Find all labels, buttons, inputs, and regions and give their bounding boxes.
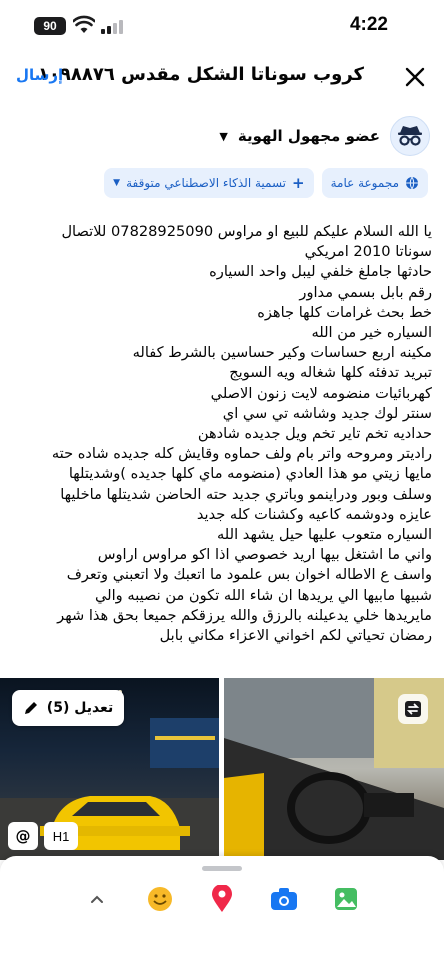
post-author[interactable]: عضو مجهول الهوية ▼ — [219, 116, 430, 156]
anonymous-icon — [398, 126, 422, 146]
caret-down-icon: ▼ — [113, 178, 121, 188]
audience-chip[interactable]: مجموعة عامة — [321, 168, 428, 198]
heading-button[interactable]: H1 — [44, 822, 78, 850]
plus-icon: + — [292, 174, 305, 192]
close-icon[interactable] — [400, 62, 430, 92]
anonymous-avatar — [390, 116, 430, 156]
ai-label-text: تسمية الذكاء الاصطناعي متوقفة — [126, 176, 287, 190]
sheet-grabber[interactable] — [202, 866, 242, 871]
post-text-line: خط بحث غرامات كلها جاهزه — [257, 303, 432, 321]
emoji-icon[interactable] — [145, 884, 175, 914]
location-pin-icon[interactable] — [207, 884, 237, 914]
post-text-line: راديتر ومروحه واتر بام ولف حماوه وقايش ك… — [51, 445, 432, 463]
post-text-line: كهربائيات منضومه لايت زنون الاصلي — [210, 384, 432, 402]
globe-icon — [406, 176, 418, 190]
post-text-line: يا الله السلام عليكم للبيع او مراوس 0782… — [61, 223, 432, 240]
post-text-line: رمضان تحياتي لكم اخواني الاعزاء مكاني با… — [159, 627, 432, 645]
post-text-line: عايزه ودوشمه كاعيه وكشنات كله جديد — [196, 505, 432, 523]
post-text-line: السياره خير من الله — [311, 324, 432, 342]
post-text-line: تبريد تدفئه كلها شغاله ويه السويج — [229, 364, 432, 382]
caret-down-icon: ▼ — [219, 129, 228, 143]
chevron-up-icon[interactable] — [82, 884, 112, 914]
group-title: كروب سوناتا الشكل مقدس ١٠٩٨٨٧٦ — [37, 64, 364, 85]
post-text-line: رقم بابل بسمي مداور — [299, 283, 432, 301]
wifi-icon — [73, 15, 95, 33]
post-text-line: مايها زيتي مو هذا العادي (منضومه ماي كله… — [68, 465, 432, 483]
cellular-signal-icon — [101, 18, 125, 34]
swap-arrows-icon — [405, 701, 421, 717]
post-text-line: شبيها مابيها الي يريدها ان شاء الله تكون… — [95, 586, 432, 604]
post-text-line: مكينه اربع حساسات وكير حساسين بالشرط كفا… — [132, 344, 432, 362]
mention-button[interactable]: @ — [8, 822, 38, 850]
post-text[interactable]: يا الله السلام عليكم للبيع او مراوس 0782… — [8, 222, 432, 646]
author-name: عضو مجهول الهوية — [237, 127, 380, 145]
post-text-line: السياره متعوب عليها حيل يشهد الله — [216, 526, 432, 544]
bottom-toolbar — [0, 856, 444, 960]
edit-photos-button[interactable]: تعديل (5) — [12, 690, 124, 726]
camera-icon[interactable] — [269, 884, 299, 914]
battery-level: 90 — [43, 19, 57, 33]
status-time: 4:22 — [349, 14, 388, 35]
post-options: مجموعة عامة + تسمية الذكاء الاصطناعي متو… — [104, 168, 428, 198]
post-text-line: سوناتا 2010 امريكي — [304, 243, 432, 261]
post-text-line: وسلف وبور ودراينمو وباتري جديد حته الحاض… — [60, 485, 432, 503]
edit-photos-label: تعديل (5) — [46, 700, 114, 716]
pencil-icon — [24, 702, 37, 714]
ai-label-chip[interactable]: + تسمية الذكاء الاصطناعي متوقفة ▼ — [104, 168, 314, 198]
post-text-line: واني ما اشتغل بيها اريد خصوصي اذا اكو مر… — [97, 546, 432, 564]
photo-icon[interactable] — [331, 884, 361, 914]
post-text-line: حداديه تخم تاير تخم ويل جديده شادهن — [197, 425, 432, 443]
swap-photos-icon[interactable] — [398, 694, 428, 724]
status-bar: 90 4:22 — [0, 0, 444, 52]
audience-label: مجموعة عامة — [330, 176, 399, 190]
post-text-line: واسف ع الاطاله اخوان بس علمود ما اتعبك و… — [66, 566, 432, 584]
composer-header: كروب سوناتا الشكل مقدس ١٠٩٨٨٧٦ إرسال — [0, 52, 444, 102]
post-text-line: سنتر لوك جديد وشاشه تي سي اي — [222, 404, 432, 422]
battery-icon: 90 — [34, 17, 66, 35]
send-button[interactable]: إرسال — [16, 66, 63, 84]
post-text-line: مايريدها خلي يدعيلنه بالرزق والله يرزقكم… — [57, 606, 432, 624]
post-text-line: حادثها جاملغ خلفي ليبل واحد السياره — [209, 263, 432, 281]
